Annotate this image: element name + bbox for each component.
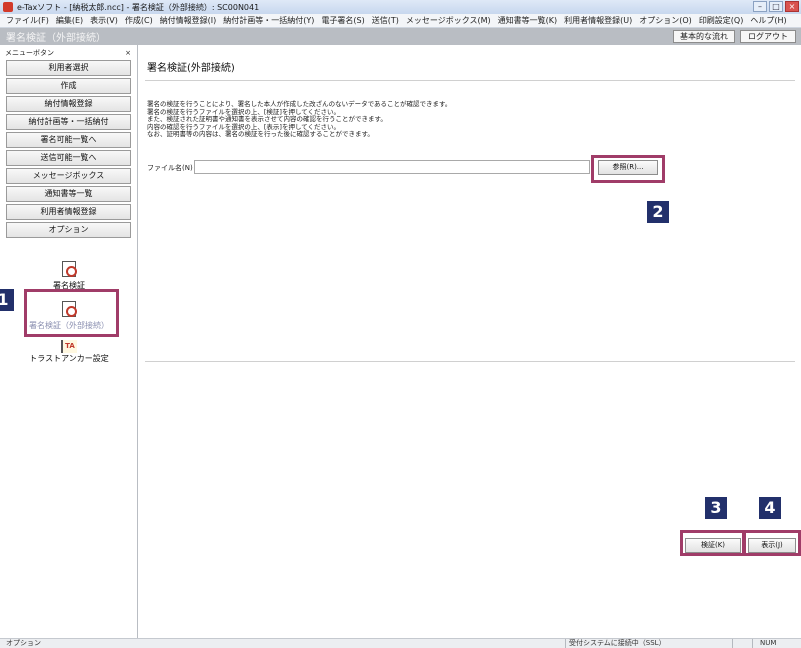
page-title: 署名検証(外部接続) bbox=[147, 63, 235, 74]
menu-payment-info[interactable]: 納付情報登録(I) bbox=[160, 15, 217, 26]
window-title: e-Taxソフト - [納税太郎.ncc] - 署名検証（外部接続）: SC00… bbox=[17, 2, 260, 12]
sidebar-button-message-box[interactable]: メッセージボックス bbox=[6, 168, 131, 184]
sidebar-item-signature-verify[interactable]: 署名検証 bbox=[0, 261, 138, 291]
trust-anchor-icon: TA bbox=[61, 340, 77, 353]
sidebar-item-trust-anchor[interactable]: TA トラストアンカー設定 bbox=[0, 340, 138, 364]
status-connection: 受付システムに接続中（SSL） bbox=[569, 639, 666, 647]
page-label: 署名検証（外部接続） bbox=[6, 33, 106, 44]
menu-bar: ファイル(F) 編集(E) 表示(V) 作成(C) 納付情報登録(I) 納付計画… bbox=[0, 14, 801, 28]
status-bar: オプション 受付システムに接続中（SSL） NUM bbox=[0, 638, 801, 648]
menu-user-info[interactable]: 利用者情報登録(U) bbox=[564, 15, 632, 26]
sidebar-button-payment-info[interactable]: 納付情報登録 bbox=[6, 96, 131, 112]
status-divider bbox=[732, 639, 733, 648]
description-line: なお、証明書等の内容は、署名の検証を行った後に確認することができます。 bbox=[147, 130, 374, 138]
maximize-icon[interactable]: □ bbox=[769, 1, 783, 12]
highlight-box-2 bbox=[591, 155, 665, 183]
sidebar-button-notices[interactable]: 通知書等一覧 bbox=[6, 186, 131, 202]
sidebar-button-create[interactable]: 作成 bbox=[6, 78, 131, 94]
callout-3: 3 bbox=[705, 497, 727, 519]
menu-edit[interactable]: 編集(E) bbox=[56, 15, 83, 26]
sidebar-button-select-user[interactable]: 利用者選択 bbox=[6, 60, 131, 76]
app-icon bbox=[3, 2, 13, 12]
page-header-bar: 署名検証（外部接続） 基本的な流れ ログアウト bbox=[0, 28, 801, 45]
file-name-label: ファイル名(N) bbox=[147, 164, 193, 172]
logout-button[interactable]: ログアウト bbox=[740, 30, 796, 43]
sidebar-header: メニューボタン × bbox=[0, 45, 137, 60]
menu-file[interactable]: ファイル(F) bbox=[6, 15, 49, 26]
highlight-box-1 bbox=[24, 289, 119, 337]
menu-help[interactable]: ヘルプ(H) bbox=[750, 15, 786, 26]
signature-verify-icon bbox=[62, 261, 77, 277]
menu-print-settings[interactable]: 印刷設定(Q) bbox=[699, 15, 744, 26]
minimize-icon[interactable]: – bbox=[753, 1, 767, 12]
sidebar-title: メニューボタン bbox=[5, 48, 54, 57]
file-name-input[interactable] bbox=[194, 160, 590, 174]
window-controls: – □ × bbox=[753, 1, 799, 12]
sidebar-close-icon[interactable]: × bbox=[125, 49, 131, 57]
sidebar-button-signable-list[interactable]: 署名可能一覧へ bbox=[6, 132, 131, 148]
description-text: 署名の検証を行うことにより、署名した本人が作成した改ざんのないデータであることが… bbox=[147, 100, 451, 139]
menu-notices[interactable]: 通知書等一覧(K) bbox=[498, 15, 558, 26]
sidebar-button-user-info[interactable]: 利用者情報登録 bbox=[6, 204, 131, 220]
sidebar-button-options[interactable]: オプション bbox=[6, 222, 131, 238]
sidebar-item-label: トラストアンカー設定 bbox=[29, 354, 109, 363]
section-divider bbox=[145, 361, 795, 362]
window-titlebar: e-Taxソフト - [納税太郎.ncc] - 署名検証（外部接続）: SC00… bbox=[0, 0, 801, 14]
status-num: NUM bbox=[760, 639, 777, 647]
sidebar-button-sendable-list[interactable]: 送信可能一覧へ bbox=[6, 150, 131, 166]
callout-2: 2 bbox=[647, 201, 669, 223]
close-icon[interactable]: × bbox=[785, 1, 799, 12]
menu-view[interactable]: 表示(V) bbox=[90, 15, 118, 26]
menu-message-box[interactable]: メッセージボックス(M) bbox=[406, 15, 491, 26]
status-divider bbox=[752, 639, 753, 648]
status-left-text: オプション bbox=[6, 639, 41, 647]
highlight-box-4 bbox=[742, 530, 801, 556]
menu-send[interactable]: 送信(T) bbox=[372, 15, 399, 26]
menu-payment-plan[interactable]: 納付計画等・一括納付(Y) bbox=[223, 15, 314, 26]
title-divider bbox=[145, 80, 795, 81]
menu-e-signature[interactable]: 電子署名(S) bbox=[321, 15, 364, 26]
menu-options[interactable]: オプション(O) bbox=[639, 15, 692, 26]
highlight-box-3 bbox=[680, 530, 746, 556]
menu-sidebar: メニューボタン × 利用者選択 作成 納付情報登録 納付計画等・一括納付 署名可… bbox=[0, 45, 138, 638]
callout-4: 4 bbox=[759, 497, 781, 519]
sidebar-button-payment-plan[interactable]: 納付計画等・一括納付 bbox=[6, 114, 131, 130]
basic-flow-button[interactable]: 基本的な流れ bbox=[673, 30, 735, 43]
menu-create[interactable]: 作成(C) bbox=[125, 15, 153, 26]
callout-1: 1 bbox=[0, 289, 14, 311]
status-divider bbox=[565, 639, 566, 648]
